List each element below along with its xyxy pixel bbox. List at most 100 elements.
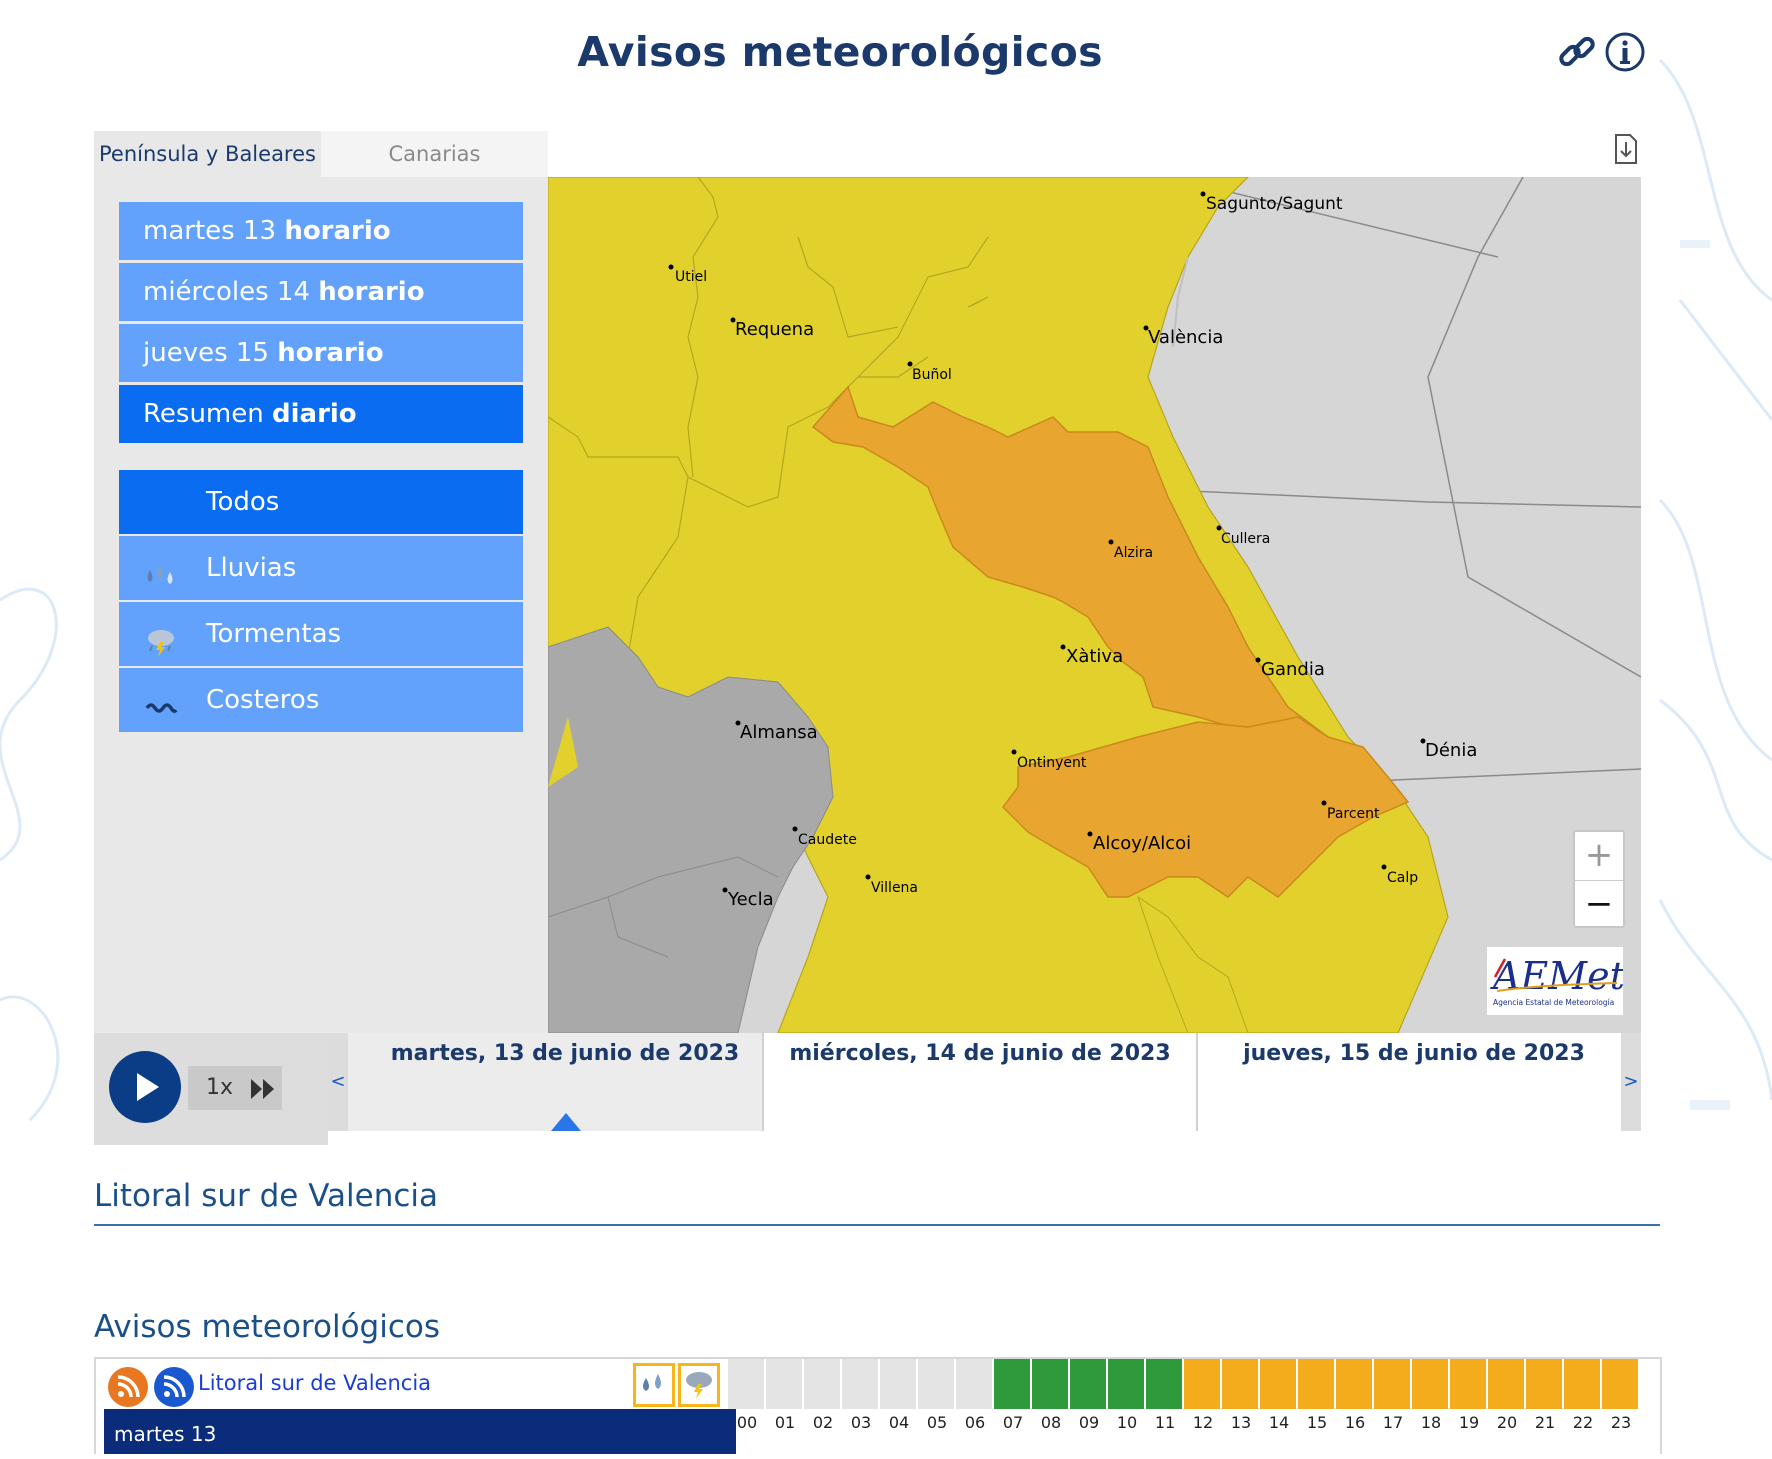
zoom-out-button[interactable]: − (1575, 880, 1623, 928)
city-label-ontinyent: Ontinyent (1017, 755, 1087, 771)
city-label-valencia: València (1148, 327, 1223, 348)
day-button-martes-13[interactable]: martes 13 horario (119, 202, 523, 260)
hour-cell-02 (804, 1359, 842, 1409)
page-title: Avisos meteorológicos (577, 28, 1103, 76)
feed-icon[interactable] (154, 1367, 194, 1407)
day-label: miércoles 14 (143, 277, 310, 307)
city-label-bunol: Buñol (912, 367, 952, 383)
filter-todos[interactable]: Todos (119, 470, 523, 534)
info-icon[interactable] (1603, 30, 1647, 74)
hour-cell-09 (1070, 1359, 1108, 1409)
hour-label: 13 (1230, 1413, 1252, 1432)
animation-player: 1x (94, 1033, 328, 1145)
day-suffix: horario (277, 338, 384, 368)
hour-cell-17 (1374, 1359, 1412, 1409)
zone-link[interactable]: Litoral sur de Valencia (198, 1371, 431, 1395)
hour-label: 09 (1078, 1413, 1100, 1432)
hour-label: 17 (1382, 1413, 1404, 1432)
hour-label: 18 (1420, 1413, 1442, 1432)
timeline-prev-button[interactable]: < (328, 1033, 348, 1131)
warnings-map[interactable]: Sagunto/Sagunt Utiel Requena València Bu… (548, 177, 1641, 1033)
day-suffix: horario (284, 216, 391, 246)
city-label-almansa: Almansa (740, 722, 818, 743)
hour-cell-10 (1108, 1359, 1146, 1409)
hour-label: 16 (1344, 1413, 1366, 1432)
aemet-logo: AEMet Agencia Estatal de Meteorología (1487, 947, 1626, 1015)
day-button-jueves-15[interactable]: jueves 15 horario (119, 324, 523, 382)
hour-label: 08 (1040, 1413, 1062, 1432)
filter-label: Tormentas (206, 619, 342, 649)
hour-cell-16 (1336, 1359, 1374, 1409)
hour-label: 20 (1496, 1413, 1518, 1432)
tab-peninsula-baleares[interactable]: Península y Baleares (94, 131, 321, 177)
hour-label: 11 (1154, 1413, 1176, 1432)
hour-cell-13 (1222, 1359, 1260, 1409)
hour-label: 21 (1534, 1413, 1556, 1432)
day-label: martes 13 (143, 216, 277, 246)
hour-label: 19 (1458, 1413, 1480, 1432)
filter-label: Lluvias (206, 553, 297, 583)
download-icon[interactable] (1614, 133, 1638, 165)
storm-icon (144, 618, 178, 657)
warnings-table: Litoral sur de Valencia 00 01 02 03 04 05 06 07… (94, 1357, 1662, 1454)
hour-label: 22 (1572, 1413, 1594, 1432)
timeline-marker-icon (551, 1113, 581, 1131)
hour-cell-15 (1298, 1359, 1336, 1409)
speed-label: 1x (206, 1075, 234, 1100)
filter-costeros[interactable]: Costeros (119, 668, 523, 732)
hour-cell-03 (842, 1359, 880, 1409)
play-icon[interactable] (109, 1051, 181, 1123)
city-label-gandia: Gandia (1261, 659, 1325, 680)
city-label-alzira: Alzira (1114, 545, 1153, 561)
hour-label: 07 (1002, 1413, 1024, 1432)
timeline-day-label: miércoles, 14 de junio de 2023 (789, 1041, 1171, 1066)
day-label: jueves 15 (143, 338, 269, 368)
timeline-day-1[interactable]: martes, 13 de junio de 2023 (348, 1033, 782, 1131)
hour-label: 06 (964, 1413, 986, 1432)
rss-icon[interactable] (108, 1367, 148, 1407)
hour-cell-07 (994, 1359, 1032, 1409)
hour-cell-01 (766, 1359, 804, 1409)
city-label-cullera: Cullera (1221, 531, 1270, 547)
filter-label: Todos (206, 487, 280, 517)
warnings-title: Avisos meteorológicos (94, 1309, 440, 1345)
hour-label: 05 (926, 1413, 948, 1432)
city-label-yecla: Yecla (727, 889, 774, 910)
date-bar: martes 13 (104, 1409, 736, 1454)
timeline-day-2[interactable]: miércoles, 14 de junio de 2023 (762, 1033, 1196, 1131)
day-label: Resumen (143, 399, 264, 429)
zoom-in-button[interactable]: + (1575, 832, 1623, 879)
hour-cell-08 (1032, 1359, 1070, 1409)
timeline-next-button[interactable]: > (1621, 1033, 1641, 1131)
filter-lluvias[interactable]: Lluvias (119, 536, 523, 600)
zone-title: Litoral sur de Valencia (94, 1178, 438, 1214)
left-panel: Península y Baleares Canarias martes 13 … (94, 131, 548, 1033)
hour-cell-00 (728, 1359, 766, 1409)
hour-cell-21 (1526, 1359, 1564, 1409)
hour-cell-20 (1488, 1359, 1526, 1409)
resumen-diario-button[interactable]: Resumen diario (119, 385, 523, 443)
link-icon[interactable] (1555, 30, 1599, 74)
city-label-caudete: Caudete (798, 832, 857, 848)
timeline-day-label: jueves, 15 de junio de 2023 (1243, 1041, 1585, 1066)
rain-icon (633, 1363, 675, 1407)
city-label-denia: Dénia (1425, 740, 1477, 761)
speed-control[interactable]: 1x (188, 1066, 282, 1110)
svg-text:Agencia Estatal de Meteorologí: Agencia Estatal de Meteorología (1493, 998, 1614, 1007)
city-label-calp: Calp (1387, 870, 1418, 886)
hour-label: 12 (1192, 1413, 1214, 1432)
hour-cell-19 (1450, 1359, 1488, 1409)
tab-canarias[interactable]: Canarias (321, 131, 548, 177)
hour-label: 04 (888, 1413, 910, 1432)
zoom-control: + − (1573, 830, 1625, 928)
hour-cell-18 (1412, 1359, 1450, 1409)
fast-forward-icon[interactable] (250, 1078, 276, 1104)
filter-tormentas[interactable]: Tormentas (119, 602, 523, 666)
hour-cell-23 (1602, 1359, 1640, 1409)
hour-cell-05 (918, 1359, 956, 1409)
timeline-day-3[interactable]: jueves, 15 de junio de 2023 (1196, 1033, 1630, 1131)
city-label-alcoy: Alcoy/Alcoi (1093, 833, 1191, 854)
hour-label: 10 (1116, 1413, 1138, 1432)
day-button-miercoles-14[interactable]: miércoles 14 horario (119, 263, 523, 321)
coastal-icon (144, 684, 178, 716)
